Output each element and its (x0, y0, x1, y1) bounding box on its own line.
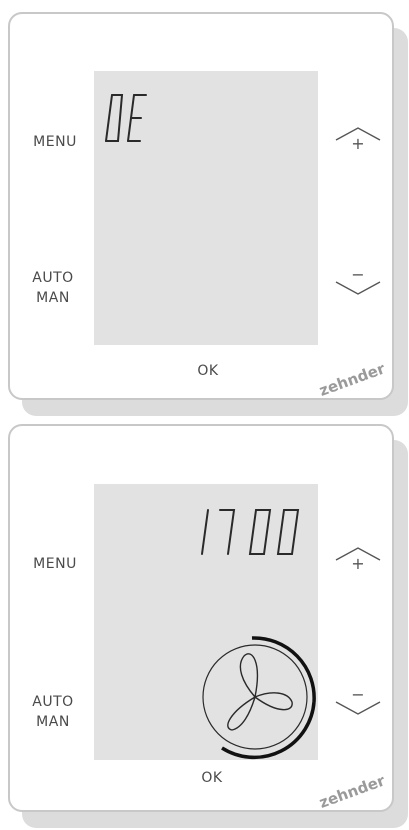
lcd-screen (94, 484, 318, 760)
auto-man-button[interactable]: AUTO MAN (30, 692, 76, 732)
man-label: MAN (36, 290, 70, 306)
auto-label: AUTO (32, 694, 74, 710)
lcd-time-display (201, 509, 300, 555)
auto-label: AUTO (32, 270, 74, 286)
lcd-screen (94, 71, 318, 345)
thermostat-device-2: MENU AUTO MAN OK + − zehnder (8, 424, 408, 828)
device-panel: MENU AUTO MAN OK + − zehnder (8, 12, 394, 400)
up-button[interactable]: + (334, 126, 382, 153)
menu-button[interactable]: MENU (30, 554, 80, 574)
up-button[interactable]: + (334, 546, 382, 573)
brand-logo: zehnder (317, 359, 388, 400)
plus-icon: + (351, 134, 364, 153)
brand-logo: zehnder (317, 771, 388, 812)
minus-icon: − (351, 265, 364, 284)
man-label: MAN (36, 714, 70, 730)
down-button[interactable]: − (334, 685, 382, 715)
lcd-text-de (105, 94, 147, 142)
menu-button[interactable]: MENU (30, 132, 80, 152)
plus-icon: + (351, 554, 364, 573)
ok-button[interactable]: OK (192, 768, 232, 788)
down-button[interactable]: − (334, 265, 382, 295)
menu-label: MENU (33, 134, 77, 150)
fan-icon (202, 636, 316, 760)
auto-man-button[interactable]: AUTO MAN (30, 268, 76, 308)
minus-icon: − (351, 685, 364, 704)
thermostat-device-1: MENU AUTO MAN OK + − zehnder (8, 12, 408, 416)
ok-button[interactable]: OK (188, 361, 228, 381)
menu-label: MENU (33, 556, 77, 572)
ok-label: OK (201, 770, 223, 786)
device-panel: MENU AUTO MAN OK + − zehnder (8, 424, 394, 812)
svg-text:zehnder: zehnder (317, 771, 388, 812)
ok-label: OK (197, 363, 219, 379)
svg-text:zehnder: zehnder (317, 359, 388, 400)
